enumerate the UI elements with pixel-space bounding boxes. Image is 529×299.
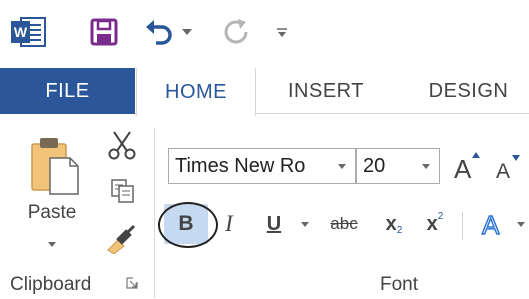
customize-toolbar-button[interactable] — [272, 14, 292, 50]
svg-text:A: A — [482, 210, 500, 239]
svg-text:A: A — [454, 154, 472, 182]
chevron-down-icon[interactable] — [421, 162, 431, 170]
tab-design-label: DESIGN — [428, 79, 509, 102]
undo-button[interactable] — [142, 14, 176, 50]
italic-button[interactable]: I — [216, 204, 242, 244]
subscript-button[interactable]: x2 — [378, 204, 410, 244]
dialog-launcher-icon[interactable] — [126, 277, 138, 289]
redo-icon — [224, 19, 248, 44]
redo-button[interactable] — [220, 14, 254, 50]
paintbrush-icon — [107, 224, 136, 255]
ribbon-tab-bar: FILE HOME INSERT DESIGN — [0, 68, 529, 116]
tab-design[interactable]: DESIGN — [408, 68, 529, 114]
italic-letter: I — [225, 211, 233, 236]
highlight-circle — [158, 202, 218, 248]
undo-icon — [146, 20, 172, 45]
font-name-value: Times New Ro — [175, 154, 306, 177]
scissors-icon — [108, 131, 136, 160]
subscript-base: x — [385, 212, 397, 235]
underline-button[interactable]: U — [258, 204, 290, 244]
tab-home[interactable]: HOME — [136, 68, 256, 116]
text-effects-button[interactable]: A — [476, 204, 510, 244]
chevron-down-icon — [182, 29, 192, 35]
save-button[interactable] — [84, 14, 124, 50]
svg-text:W: W — [14, 24, 28, 40]
strikethrough-button[interactable]: abc — [322, 204, 366, 244]
paste-label[interactable]: Paste — [22, 202, 82, 224]
svg-text:A: A — [496, 160, 510, 182]
superscript-base: x — [426, 212, 438, 235]
font-size-value: 20 — [363, 154, 386, 177]
chevron-down-icon — [517, 222, 525, 227]
underline-dropdown[interactable] — [298, 204, 312, 244]
text-effects-icon: A — [481, 209, 501, 239]
tab-file[interactable]: FILE — [0, 68, 135, 114]
tab-file-label: FILE — [45, 79, 90, 102]
copy-button[interactable] — [110, 178, 136, 209]
text-effects-dropdown[interactable] — [514, 204, 528, 244]
subscript-mark: 2 — [396, 224, 403, 236]
underline-letter: U — [266, 212, 282, 235]
superscript-mark: 2 — [437, 210, 444, 222]
format-painter-button[interactable] — [106, 224, 138, 259]
chevron-down-icon[interactable] — [46, 238, 58, 250]
font-name-combobox[interactable]: Times New Ro — [168, 148, 356, 184]
superscript-button[interactable]: x2 — [420, 204, 450, 244]
strikethrough-label: abc — [330, 214, 358, 233]
shrink-font-icon[interactable]: A — [494, 152, 524, 182]
word-logo-icon: W — [10, 14, 48, 50]
clipboard-group-label: Clipboard — [10, 274, 92, 295]
row-divider — [462, 212, 463, 240]
tab-insert-label: INSERT — [288, 79, 364, 102]
chevron-down-icon — [301, 222, 309, 227]
ribbon-home-panel: Paste Clipboard Times New Ro 20 A A B I … — [0, 114, 529, 299]
font-size-combobox[interactable]: 20 — [356, 148, 440, 184]
paste-button[interactable] — [30, 136, 80, 201]
tab-insert[interactable]: INSERT — [266, 68, 386, 114]
grow-font-icon[interactable]: A — [452, 150, 482, 182]
quick-access-toolbar: W — [0, 0, 529, 68]
chevron-down-icon[interactable] — [337, 162, 347, 170]
clipboard-icon — [31, 138, 79, 195]
cut-button[interactable] — [108, 130, 136, 165]
font-group-label: Font — [380, 274, 419, 295]
tab-home-label: HOME — [165, 80, 227, 103]
copy-icon — [111, 179, 134, 203]
customize-toolbar-icon — [277, 28, 287, 37]
save-icon — [90, 18, 118, 46]
undo-dropdown-arrow[interactable] — [180, 14, 194, 50]
group-divider — [154, 128, 155, 298]
